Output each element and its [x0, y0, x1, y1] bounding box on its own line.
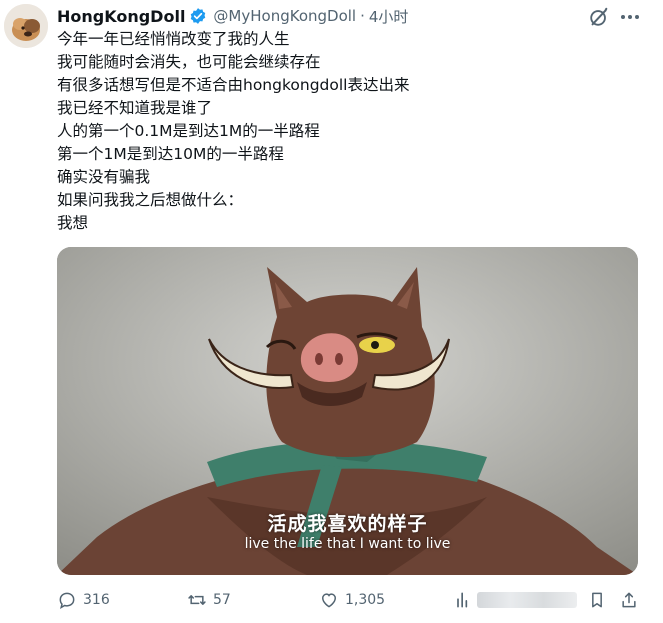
tweet-line: 第一个1M是到达10M的一半路程 — [57, 145, 284, 163]
like-icon — [321, 593, 337, 608]
retweet-button[interactable]: 57 — [187, 588, 231, 612]
tweet-line: 确实没有骗我 — [57, 168, 151, 186]
tweet-line: 如果问我我之后想做什么： — [57, 191, 244, 209]
timestamp[interactable]: 4小时 — [369, 6, 409, 27]
like-button[interactable]: 1,305 — [319, 588, 385, 612]
author-handle[interactable]: @MyHongKongDoll — [213, 7, 356, 25]
grok-icon[interactable] — [588, 6, 610, 28]
bookmark-icon — [592, 592, 602, 608]
tweet-line: 有很多话想写但是不适合由hongkongdoll表达出来 — [57, 76, 410, 94]
tweet-media[interactable]: 活成我喜欢的样子 live the life that I want to li… — [57, 247, 638, 575]
views-icon — [457, 592, 468, 608]
retweet-icon — [188, 595, 206, 605]
tweet: HongKongDoll @MyHongKongDoll · 4小时 今年一年已… — [0, 0, 663, 623]
reply-count: 316 — [83, 592, 110, 608]
tweet-line: 今年一年已经悄悄改变了我的人生 — [57, 30, 290, 48]
verified-badge-icon — [189, 7, 207, 25]
like-count: 1,305 — [345, 592, 386, 608]
more-icon[interactable] — [618, 6, 642, 28]
tweet-text: 今年一年已经悄悄改变了我的人生 我可能随时会消失，也可能会继续存在 有很多话想写… — [57, 28, 647, 235]
reply-button[interactable]: 316 — [57, 588, 110, 612]
share-icon — [622, 592, 636, 608]
watermark-blur — [477, 592, 577, 608]
tweet-line: 我想 — [57, 214, 89, 232]
tweet-actions: 316 57 1,305 — [57, 588, 657, 612]
avatar[interactable] — [4, 4, 48, 48]
tweet-line: 我已经不知道我是谁了 — [57, 99, 213, 117]
tweet-header: HongKongDoll @MyHongKongDoll · 4小时 — [57, 4, 408, 28]
retweet-count: 57 — [213, 592, 231, 608]
views-button[interactable] — [453, 588, 577, 612]
share-button[interactable] — [619, 588, 645, 612]
bookmark-button[interactable] — [587, 588, 613, 612]
video-subtitle-english: live the life that I want to live — [244, 536, 451, 552]
video-subtitle-chinese: 活成我喜欢的样子 — [267, 513, 428, 535]
reply-icon — [59, 592, 75, 610]
tweet-line: 我可能随时会消失，也可能会继续存在 — [57, 53, 321, 71]
separator-dot: · — [360, 7, 365, 25]
author-name[interactable]: HongKongDoll — [57, 7, 185, 26]
tweet-line: 人的第一个0.1M是到达1M的一半路程 — [57, 122, 320, 140]
